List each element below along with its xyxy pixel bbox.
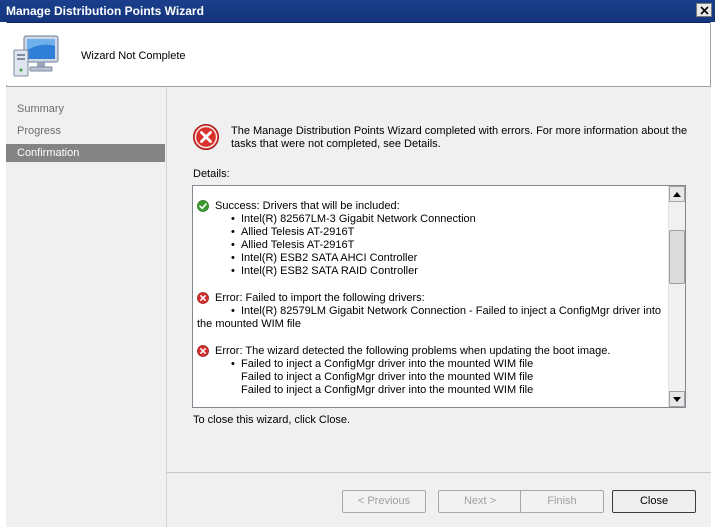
computer-icon [13, 35, 59, 77]
details-error-entry-1: Error: Failed to import the following dr… [197, 292, 667, 331]
list-item: Allied Telesis AT-2916T [197, 239, 667, 252]
error-2-list: Failed to inject a ConfigMgr driver into… [197, 358, 667, 397]
finish-button[interactable]: Finish [520, 490, 604, 513]
details-label: Details: [193, 168, 230, 180]
arrow-down-icon [673, 396, 681, 402]
list-item-continuation: the mounted WIM file [193, 318, 667, 331]
completion-message: The Manage Distribution Points Wizard co… [231, 125, 691, 151]
scroll-thumb[interactable] [669, 230, 685, 284]
scroll-down-button[interactable] [669, 391, 685, 407]
error-2-heading: Error: The wizard detected the following… [197, 345, 667, 358]
nav-item-summary[interactable]: Summary [6, 100, 165, 118]
list-item: Intel(R) 82579LM Gigabit Network Connect… [197, 305, 667, 318]
title-bar: Manage Distribution Points Wizard [0, 0, 715, 23]
list-item: Intel(R) 82567LM-3 Gigabit Network Conne… [197, 213, 667, 226]
list-item: Failed to inject a ConfigMgr driver into… [241, 384, 534, 396]
arrow-up-icon [673, 191, 681, 197]
error-small-icon [197, 345, 209, 357]
window-bottom-border [6, 527, 711, 531]
list-item: Failed to inject a ConfigMgr driver into… [197, 358, 667, 371]
wizard-status-title: Wizard Not Complete [81, 50, 186, 62]
wizard-content: The Manage Distribution Points Wizard co… [167, 87, 711, 527]
details-textbox[interactable]: Success: Drivers that will be included: … [192, 185, 686, 408]
close-button[interactable]: Close [612, 490, 696, 513]
list-item: Allied Telesis AT-2916T [197, 226, 667, 239]
success-check-icon [197, 200, 209, 212]
next-button[interactable]: Next > [438, 490, 522, 513]
window-title: Manage Distribution Points Wizard [6, 4, 204, 18]
window-close-button[interactable] [696, 3, 712, 17]
message-line-1: The Manage Distribution Points Wizard co… [231, 125, 688, 137]
error-1-heading: Error: Failed to import the following dr… [197, 292, 667, 305]
close-instruction: To close this wizard, click Close. [193, 414, 351, 426]
error-2-title: Error: The wizard detected the following… [215, 345, 611, 357]
details-content: Success: Drivers that will be included: … [197, 200, 667, 407]
success-driver-list: Intel(R) 82567LM-3 Gigabit Network Conne… [197, 213, 667, 278]
message-line-2: tasks that were not completed, see Detai… [231, 138, 441, 150]
list-item: Intel(R) ESB2 SATA AHCI Controller [197, 252, 667, 265]
wizard-nav-pane: Summary Progress Confirmation [6, 87, 166, 527]
footer-divider [167, 472, 711, 473]
list-item: Intel(R) ESB2 SATA RAID Controller [197, 265, 667, 278]
scroll-up-button[interactable] [669, 186, 685, 202]
error-1-list: Intel(R) 82579LM Gigabit Network Connect… [197, 305, 667, 331]
error-small-icon [197, 292, 209, 304]
error-1-title: Error: Failed to import the following dr… [215, 292, 425, 304]
error-icon [193, 124, 219, 150]
list-item-continuation-text: the mounted WIM file [197, 318, 301, 330]
nav-item-progress[interactable]: Progress [6, 122, 165, 140]
previous-button[interactable]: < Previous [342, 490, 426, 513]
nav-item-confirmation[interactable]: Confirmation [6, 144, 165, 162]
success-heading: Success: Drivers that will be included: [197, 200, 667, 213]
details-error-entry-2: Error: The wizard detected the following… [197, 345, 667, 397]
list-item: Failed to inject a ConfigMgr driver into… [241, 371, 534, 383]
success-title: Success: Drivers that will be included: [215, 200, 400, 212]
close-icon [699, 5, 709, 15]
details-scrollbar[interactable] [668, 186, 685, 407]
wizard-header: Wizard Not Complete [6, 23, 709, 85]
details-success-entry: Success: Drivers that will be included: … [197, 200, 667, 278]
